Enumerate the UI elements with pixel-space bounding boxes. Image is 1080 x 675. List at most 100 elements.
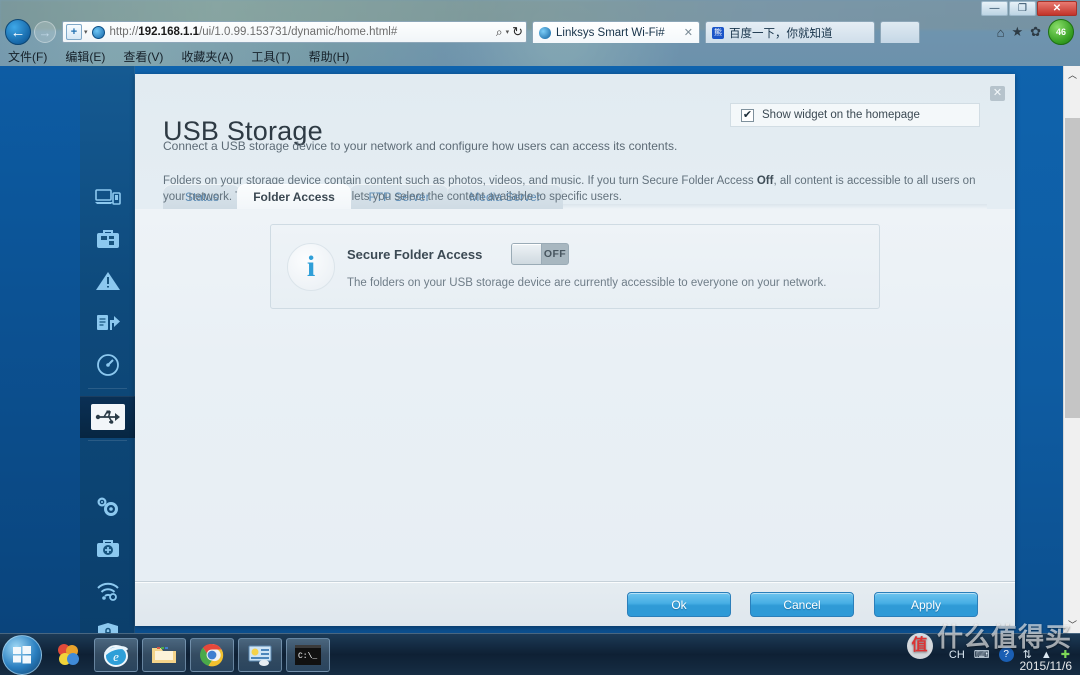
taskbar-command-prompt[interactable]: C:\_ (286, 637, 330, 672)
sidebar-item-device-list[interactable] (80, 176, 135, 218)
menu-view[interactable]: 查看(V) (123, 48, 163, 65)
scroll-down-icon[interactable]: ﹀ (1064, 616, 1080, 633)
toggle-knob (512, 244, 542, 264)
show-widget-checkbox[interactable]: ✔ (741, 108, 754, 122)
network-icon[interactable]: ⇅ (1023, 648, 1032, 661)
window-controls: — ❐ ✕ (981, 1, 1077, 16)
menu-tools[interactable]: 工具(T) (251, 48, 290, 65)
close-button[interactable]: ✕ (1037, 1, 1077, 16)
internet-explorer-icon: e (104, 644, 129, 667)
page-subtitle: Connect a USB storage device to your net… (163, 139, 678, 153)
svg-text:C:\_: C:\_ (298, 652, 317, 661)
linksys-favicon-icon (539, 26, 551, 39)
browser-tab-linksys[interactable]: Linksys Smart Wi-Fi# ✕ (532, 21, 700, 43)
favorites-icon[interactable]: ★ (1011, 24, 1023, 40)
security-icon[interactable]: ✚ (1061, 648, 1070, 661)
menu-file[interactable]: 文件(F) (8, 48, 47, 65)
svg-text:e: e (113, 649, 119, 664)
cancel-button[interactable]: Cancel (750, 592, 854, 617)
taskbar-file-explorer[interactable] (142, 637, 186, 672)
forward-button[interactable]: → (34, 21, 56, 43)
new-tab-button[interactable] (880, 21, 920, 43)
sidebar-item-connectivity[interactable] (80, 486, 135, 528)
sidebar-item-parental-controls[interactable] (80, 218, 135, 260)
warning-triangle-icon (93, 269, 123, 293)
windows-taskbar: e C:\_ CH ⌨ ? ⇅ ▲ ✚ 值什么值得买 2015/11/6 (0, 623, 1080, 675)
search-icon[interactable]: ⌕ (496, 25, 503, 40)
sidebar-rail (80, 66, 144, 633)
taskbar-google-chrome[interactable] (190, 637, 234, 672)
gears-icon (93, 495, 123, 519)
info-icon: i (287, 243, 335, 291)
balls-icon (58, 643, 79, 665)
menu-edit[interactable]: 编辑(E) (65, 48, 105, 65)
sidebar-item-wireless[interactable] (80, 570, 135, 612)
show-hidden-icons-icon[interactable]: ▲ (1041, 649, 1052, 661)
browser-toolbar-right: ⌂ ★ ✿ 46 (997, 19, 1080, 45)
shield-lock-icon (93, 621, 123, 633)
secure-folder-access-title: Secure Folder Access (347, 247, 483, 262)
wifi-settings-icon (93, 579, 123, 603)
window-titlebar: — ❐ ✕ (0, 0, 1080, 18)
sidebar-item-usb-storage[interactable] (80, 396, 144, 438)
card-close-icon[interactable]: ✕ (990, 86, 1005, 101)
compatibility-caret-icon[interactable]: ▾ (84, 28, 88, 36)
restore-button[interactable]: ❐ (1009, 1, 1036, 16)
sidebar-item-guest-access[interactable] (80, 302, 135, 344)
tab-folder-access[interactable]: Folder Access (237, 184, 351, 209)
gauge-icon (93, 353, 123, 377)
scroll-up-icon[interactable]: ︿ (1064, 66, 1080, 83)
show-widget-row[interactable]: ✔ Show widget on the homepage (730, 103, 980, 127)
baidu-favicon-icon: 熊 (712, 26, 724, 39)
ok-button[interactable]: Ok (627, 592, 731, 617)
show-widget-label: Show widget on the homepage (762, 109, 920, 121)
secure-folder-access-description: The folders on your USB storage device a… (347, 277, 827, 289)
tab-close-icon[interactable]: ✕ (684, 26, 693, 39)
compatibility-view-icon[interactable]: + (66, 24, 82, 40)
sidebar-item-media-prioritization[interactable] (80, 260, 135, 302)
card-footer: Ok Cancel Apply (135, 581, 1015, 626)
tools-gear-icon[interactable]: ✿ (1030, 24, 1041, 40)
address-bar[interactable]: + ▾ http://192.168.1.1/ui/1.0.99.153731/… (62, 21, 527, 43)
minimize-button[interactable]: — (981, 1, 1008, 16)
briefcase-icon (93, 227, 123, 251)
share-files-icon (93, 311, 123, 335)
sidebar-item-speed-test[interactable] (80, 344, 135, 386)
back-button[interactable]: ← (5, 19, 31, 45)
taskbar-control-panel[interactable] (238, 637, 282, 672)
page-scrollbar[interactable]: ︿ ﹀ (1063, 66, 1080, 633)
usb-storage-card: ✕ USB Storage Connect a USB storage devi… (135, 74, 1015, 626)
sidebar-item-security[interactable] (80, 612, 135, 633)
system-tray: CH ⌨ ? ⇅ ▲ ✚ (949, 647, 1080, 662)
page-viewport: ✕ USB Storage Connect a USB storage devi… (0, 66, 1080, 633)
browser-tab-label: 百度一下，你就知道 (729, 27, 833, 40)
windows-logo-icon (13, 645, 31, 663)
start-button[interactable] (2, 634, 42, 675)
rail-divider (88, 388, 127, 389)
site-favicon-icon (91, 25, 105, 39)
taskbar-internet-explorer[interactable]: e (94, 637, 138, 672)
url-host: 192.168.1.1 (138, 26, 200, 38)
menu-help[interactable]: 帮助(H) (309, 48, 350, 65)
firstaid-kit-icon (93, 537, 123, 561)
browser-tab-baidu[interactable]: 熊 百度一下，你就知道 (705, 21, 875, 43)
refresh-icon[interactable]: ↻ (512, 24, 523, 40)
taskbar-pinned-apps[interactable] (46, 638, 90, 672)
sidebar-item-troubleshooting[interactable] (80, 528, 135, 570)
ime-indicator[interactable]: CH (949, 649, 965, 661)
chevron-down-icon[interactable]: ▾ (506, 28, 510, 36)
menu-favorites[interactable]: 收藏夹(A) (181, 48, 233, 65)
folder-icon (152, 646, 176, 663)
secure-folder-access-toggle[interactable]: OFF (511, 243, 569, 265)
devices-icon (93, 185, 123, 209)
control-panel-icon (248, 645, 272, 666)
home-icon[interactable]: ⌂ (997, 25, 1005, 40)
keyboard-icon[interactable]: ⌨ (974, 648, 990, 661)
addon-badge[interactable]: 46 (1048, 19, 1074, 45)
cmd-icon: C:\_ (295, 644, 321, 665)
browser-window: — ❐ ✕ ← → + ▾ http://192.168.1.1/ui/1.0.… (0, 0, 1080, 633)
help-icon[interactable]: ? (998, 647, 1014, 662)
apply-button[interactable]: Apply (874, 592, 978, 617)
scrollbar-thumb[interactable] (1065, 118, 1080, 418)
toggle-state-label: OFF (543, 248, 567, 260)
